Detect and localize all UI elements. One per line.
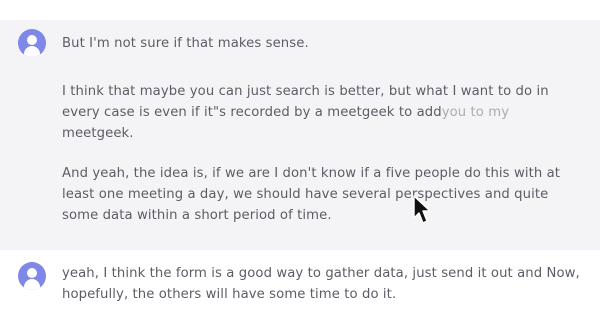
paragraph-tail: meetgeek. <box>62 126 134 141</box>
paragraph-text: But I'm not sure if that makes sense. <box>62 36 309 51</box>
paragraph-text: And yeah, the idea is, if we are I don't… <box>62 166 561 223</box>
message-paragraph: yeah, I think the form is a good way to … <box>62 263 582 305</box>
user-avatar-icon[interactable] <box>18 29 46 57</box>
avatar-head <box>27 35 37 45</box>
paragraph-text: yeah, I think the form is a good way to … <box>62 266 580 302</box>
avatar-head <box>27 268 37 278</box>
message-paragraph: I think that maybe you can just search i… <box>62 81 582 144</box>
avatar-body <box>24 279 40 290</box>
avatar-body <box>24 46 40 57</box>
user-avatar-icon[interactable] <box>18 262 46 290</box>
ghost-text: you to my <box>441 105 510 120</box>
mouse-pointer-icon <box>413 195 431 224</box>
message-paragraph: But I'm not sure if that makes sense. <box>62 33 582 54</box>
message-paragraph: And yeah, the idea is, if we are I don't… <box>62 163 582 226</box>
